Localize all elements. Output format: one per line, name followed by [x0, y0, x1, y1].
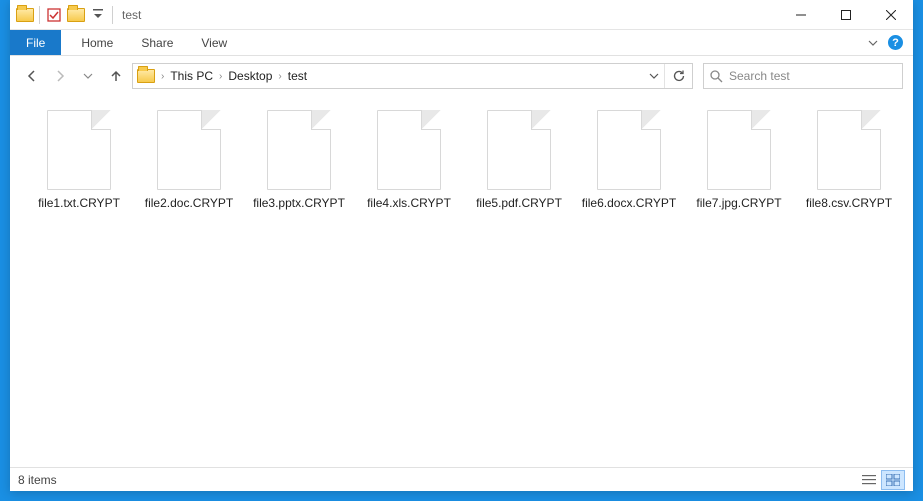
ribbon-expand-icon[interactable]: [868, 38, 878, 48]
qat-sep: [39, 6, 40, 24]
file-item[interactable]: file6.docx.CRYPT: [574, 110, 684, 212]
recent-locations-icon[interactable]: [76, 64, 100, 88]
breadcrumb-test[interactable]: test: [284, 69, 311, 83]
qat-sep-2: [112, 6, 113, 24]
close-button[interactable]: [868, 0, 913, 30]
large-icons-view-button[interactable]: [881, 470, 905, 490]
address-folder-icon: [137, 69, 155, 83]
file-name: file8.csv.CRYPT: [806, 196, 892, 212]
file-icon: [267, 110, 331, 190]
breadcrumb-this-pc[interactable]: This PC: [166, 69, 217, 83]
search-box[interactable]: [703, 63, 903, 89]
file-name: file2.doc.CRYPT: [145, 196, 233, 212]
back-button[interactable]: [20, 64, 44, 88]
title-bar: test: [10, 0, 913, 30]
file-icon: [377, 110, 441, 190]
explorer-window: test File Home Share View ?: [10, 0, 913, 491]
file-item[interactable]: file3.pptx.CRYPT: [244, 110, 354, 212]
search-input[interactable]: [729, 69, 896, 83]
tab-share[interactable]: Share: [127, 30, 187, 55]
item-count: 8 items: [18, 473, 57, 487]
tab-view[interactable]: View: [187, 30, 241, 55]
file-icon: [487, 110, 551, 190]
properties-icon[interactable]: [43, 4, 65, 26]
file-item[interactable]: file5.pdf.CRYPT: [464, 110, 574, 212]
search-icon: [710, 70, 723, 83]
view-toggle: [857, 470, 905, 490]
file-item[interactable]: file4.xls.CRYPT: [354, 110, 464, 212]
file-icon: [597, 110, 661, 190]
qat-customize-icon[interactable]: [87, 4, 109, 26]
file-item[interactable]: file7.jpg.CRYPT: [684, 110, 794, 212]
up-button[interactable]: [104, 64, 128, 88]
file-name: file6.docx.CRYPT: [582, 196, 676, 212]
refresh-button[interactable]: [664, 64, 692, 88]
status-bar: 8 items: [10, 467, 913, 491]
new-folder-icon[interactable]: [65, 4, 87, 26]
file-name: file7.jpg.CRYPT: [696, 196, 781, 212]
quick-access-toolbar: [10, 4, 109, 26]
file-icon: [707, 110, 771, 190]
file-item[interactable]: file2.doc.CRYPT: [134, 110, 244, 212]
file-icon: [157, 110, 221, 190]
navigation-bar: › This PC › Desktop › test: [10, 56, 913, 96]
forward-button[interactable]: [48, 64, 72, 88]
maximize-button[interactable]: [823, 0, 868, 30]
chevron-right-icon[interactable]: ›: [217, 71, 224, 82]
file-item[interactable]: file1.txt.CRYPT: [24, 110, 134, 212]
window-controls: [778, 0, 913, 30]
chevron-right-icon[interactable]: ›: [276, 71, 283, 82]
file-name: file3.pptx.CRYPT: [253, 196, 345, 212]
folder-icon[interactable]: [14, 4, 36, 26]
file-icon: [817, 110, 881, 190]
file-name: file4.xls.CRYPT: [367, 196, 451, 212]
address-dropdown-icon[interactable]: [644, 64, 664, 88]
file-item[interactable]: file8.csv.CRYPT: [794, 110, 904, 212]
file-name: file1.txt.CRYPT: [38, 196, 120, 212]
details-view-button[interactable]: [857, 470, 881, 490]
tab-home[interactable]: Home: [67, 30, 127, 55]
file-icon: [47, 110, 111, 190]
window-title: test: [122, 8, 778, 22]
help-icon[interactable]: ?: [888, 35, 903, 50]
ribbon: File Home Share View ?: [10, 30, 913, 56]
address-bar[interactable]: › This PC › Desktop › test: [132, 63, 693, 89]
minimize-button[interactable]: [778, 0, 823, 30]
chevron-right-icon[interactable]: ›: [159, 71, 166, 82]
file-name: file5.pdf.CRYPT: [476, 196, 562, 212]
file-list: file1.txt.CRYPT file2.doc.CRYPT file3.pptx…: [10, 96, 913, 467]
breadcrumb-desktop[interactable]: Desktop: [224, 69, 276, 83]
file-tab[interactable]: File: [10, 30, 61, 55]
